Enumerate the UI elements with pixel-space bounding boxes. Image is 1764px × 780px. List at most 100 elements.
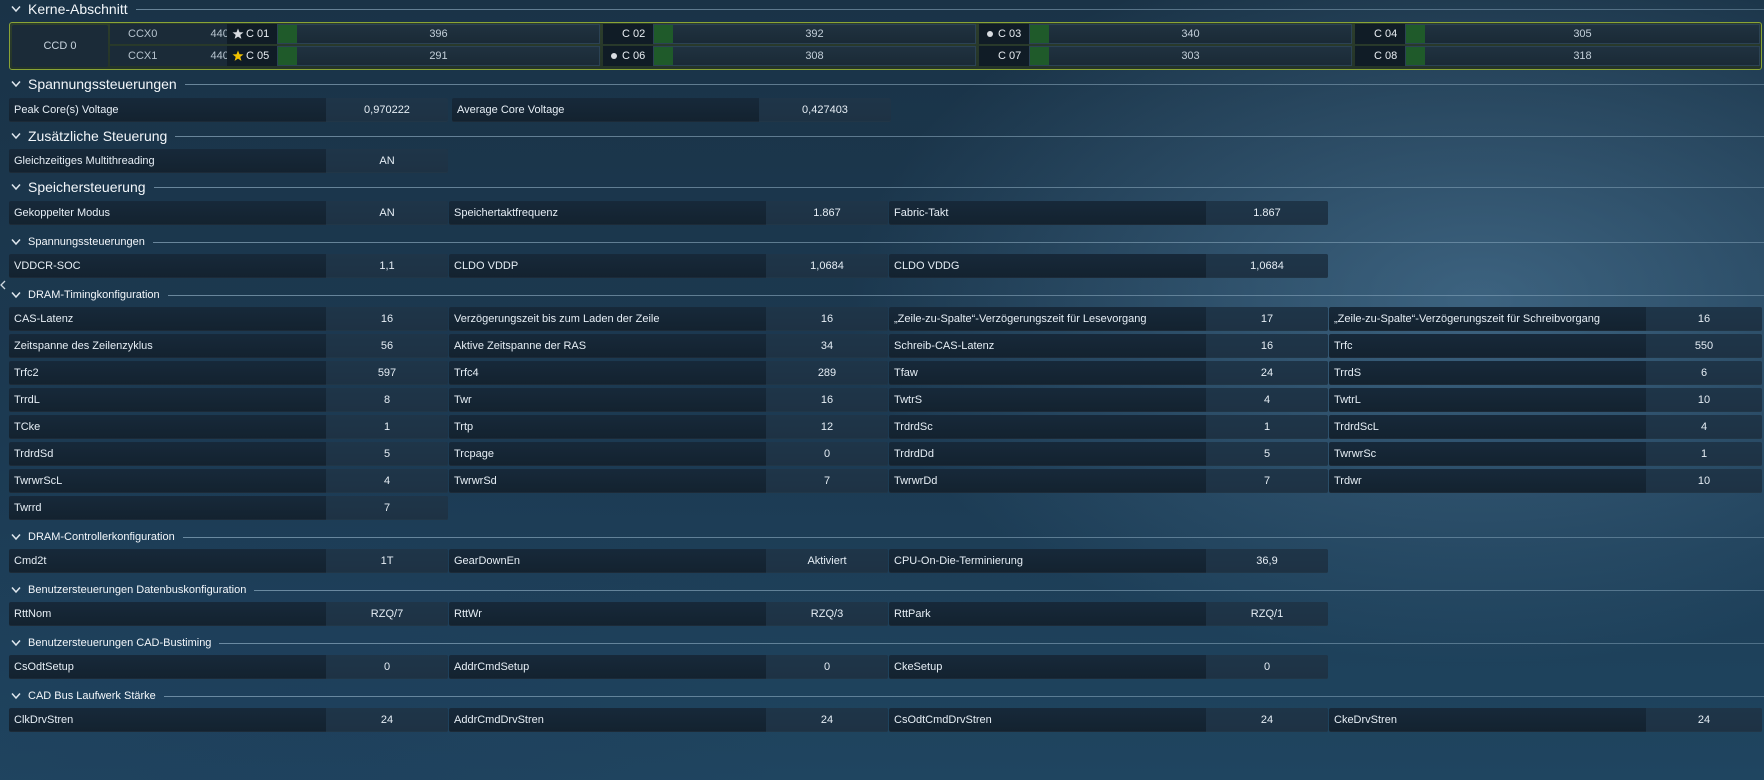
setting-value[interactable]: 24 xyxy=(1206,361,1328,385)
drive-row[interactable]: CkeDrvStren 24 xyxy=(1329,708,1762,732)
timing-cell[interactable]: TrdrdSd 5 xyxy=(9,442,448,466)
timing-cell[interactable]: TwrwrSc 1 xyxy=(1329,442,1762,466)
timing-cell[interactable]: Trcpage 0 xyxy=(449,442,888,466)
setting-value[interactable]: 4 xyxy=(326,469,448,493)
setting-value[interactable]: AN xyxy=(326,149,448,173)
section-header-dram-controller[interactable]: DRAM-Controllerkonfiguration xyxy=(0,528,1764,546)
memory-voltage-row[interactable]: CLDO VDDP 1,0684 xyxy=(449,254,888,278)
setting-value[interactable]: 1,0684 xyxy=(1206,254,1328,278)
setting-value[interactable]: 24 xyxy=(326,708,448,732)
setting-value[interactable]: 24 xyxy=(1646,708,1762,732)
timing-cell[interactable]: Trfc4 289 xyxy=(449,361,888,385)
setting-value[interactable]: 1.867 xyxy=(766,201,888,225)
bustiming-row[interactable]: CsOdtSetup 0 xyxy=(9,655,448,679)
setting-value[interactable]: 1.867 xyxy=(1206,201,1328,225)
timing-cell[interactable]: TrdrdDd 5 xyxy=(889,442,1328,466)
bustiming-row[interactable]: AddrCmdSetup 0 xyxy=(449,655,888,679)
setting-value[interactable]: 36,9 xyxy=(1206,549,1328,573)
drive-row[interactable]: AddrCmdDrvStren 24 xyxy=(449,708,888,732)
databus-row[interactable]: RttNom RZQ/7 xyxy=(9,602,448,626)
timing-cell[interactable]: Trfc2 597 xyxy=(9,361,448,385)
setting-value[interactable]: 0 xyxy=(326,655,448,679)
setting-value[interactable]: 16 xyxy=(766,307,888,331)
setting-value[interactable]: 5 xyxy=(326,442,448,466)
memory-voltage-row[interactable]: VDDCR-SOC 1,1 xyxy=(9,254,448,278)
databus-row[interactable]: RttPark RZQ/1 xyxy=(889,602,1328,626)
controller-row[interactable]: GearDownEn Aktiviert xyxy=(449,549,888,573)
timing-cell[interactable]: Twrrd 7 xyxy=(9,496,448,520)
setting-value[interactable]: 4 xyxy=(1646,415,1762,439)
setting-value[interactable]: 597 xyxy=(326,361,448,385)
section-header-cores[interactable]: Kerne-Abschnitt xyxy=(0,0,1764,18)
setting-value[interactable]: 6 xyxy=(1646,361,1762,385)
section-header-memory[interactable]: Speichersteuerung xyxy=(0,178,1764,196)
setting-value[interactable]: 17 xyxy=(1206,307,1328,331)
timing-cell[interactable]: „Zeile-zu-Spalte“-Verzögerungszeit für L… xyxy=(889,307,1328,331)
setting-value[interactable]: RZQ/1 xyxy=(1206,602,1328,626)
setting-value[interactable]: 10 xyxy=(1646,388,1762,412)
setting-value[interactable]: RZQ/3 xyxy=(766,602,888,626)
setting-value[interactable]: AN xyxy=(326,201,448,225)
timing-cell[interactable]: Twr 16 xyxy=(449,388,888,412)
setting-value[interactable]: 16 xyxy=(326,307,448,331)
setting-value[interactable]: 550 xyxy=(1646,334,1762,358)
timing-cell[interactable]: TwrwrDd 7 xyxy=(889,469,1328,493)
setting-value[interactable]: 24 xyxy=(766,708,888,732)
controller-row[interactable]: Cmd2t 1T xyxy=(9,549,448,573)
setting-value[interactable]: 0 xyxy=(1206,655,1328,679)
section-header-voltage[interactable]: Spannungssteuerungen xyxy=(0,75,1764,93)
setting-value[interactable]: 0 xyxy=(766,655,888,679)
setting-value[interactable]: 16 xyxy=(766,388,888,412)
smt-row[interactable]: Gleichzeitiges Multithreading AN xyxy=(9,149,448,173)
section-header-cad-bustiming[interactable]: Benutzersteuerungen CAD-Bustiming xyxy=(0,634,1764,652)
timing-cell[interactable]: TrrdL 8 xyxy=(9,388,448,412)
setting-value[interactable]: Aktiviert xyxy=(766,549,888,573)
section-header-dram-timing[interactable]: DRAM-Timingkonfiguration xyxy=(0,286,1764,304)
section-header-databus[interactable]: Benutzersteuerungen Datenbuskonfiguratio… xyxy=(0,581,1764,599)
setting-value[interactable]: 16 xyxy=(1206,334,1328,358)
section-header-memory-voltage[interactable]: Spannungssteuerungen xyxy=(0,233,1764,251)
setting-value[interactable]: 8 xyxy=(326,388,448,412)
timing-cell[interactable]: TwrwrSd 7 xyxy=(449,469,888,493)
databus-row[interactable]: RttWr RZQ/3 xyxy=(449,602,888,626)
setting-value[interactable]: 16 xyxy=(1646,307,1762,331)
setting-value[interactable]: 0 xyxy=(766,442,888,466)
setting-value[interactable]: 7 xyxy=(1206,469,1328,493)
drive-row[interactable]: CsOdtCmdDrvStren 24 xyxy=(889,708,1328,732)
setting-value[interactable]: 1 xyxy=(326,415,448,439)
setting-value[interactable]: 1 xyxy=(1206,415,1328,439)
timing-cell[interactable]: TwtrL 10 xyxy=(1329,388,1762,412)
memory-voltage-row[interactable]: CLDO VDDG 1,0684 xyxy=(889,254,1328,278)
timing-cell[interactable]: Verzögerungszeit bis zum Laden der Zeile… xyxy=(449,307,888,331)
setting-value[interactable]: 34 xyxy=(766,334,888,358)
timing-cell[interactable]: Trtp 12 xyxy=(449,415,888,439)
timing-cell[interactable]: Zeitspanne des Zeilenzyklus 56 xyxy=(9,334,448,358)
drive-row[interactable]: ClkDrvStren 24 xyxy=(9,708,448,732)
section-header-cad-drive[interactable]: CAD Bus Laufwerk Stärke xyxy=(0,687,1764,705)
timing-cell[interactable]: CAS-Latenz 16 xyxy=(9,307,448,331)
setting-value[interactable]: 7 xyxy=(766,469,888,493)
setting-value[interactable]: 7 xyxy=(326,496,448,520)
setting-value[interactable]: 1T xyxy=(326,549,448,573)
setting-value[interactable]: RZQ/7 xyxy=(326,602,448,626)
timing-cell[interactable]: TrdrdSc 1 xyxy=(889,415,1328,439)
setting-value[interactable]: 12 xyxy=(766,415,888,439)
memory-row[interactable]: Fabric-Takt 1.867 xyxy=(889,201,1328,225)
timing-cell[interactable]: TrrdS 6 xyxy=(1329,361,1762,385)
setting-value[interactable]: 10 xyxy=(1646,469,1762,493)
controller-row[interactable]: CPU-On-Die-Terminierung 36,9 xyxy=(889,549,1328,573)
timing-cell[interactable]: TrdrdScL 4 xyxy=(1329,415,1762,439)
setting-value[interactable]: 24 xyxy=(1206,708,1328,732)
setting-value[interactable]: 289 xyxy=(766,361,888,385)
setting-value[interactable]: 1,1 xyxy=(326,254,448,278)
setting-value[interactable]: 1,0684 xyxy=(766,254,888,278)
memory-row[interactable]: Speichertaktfrequenz 1.867 xyxy=(449,201,888,225)
timing-cell[interactable]: Trfc 550 xyxy=(1329,334,1762,358)
timing-cell[interactable]: Aktive Zeitspanne der RAS 34 xyxy=(449,334,888,358)
timing-cell[interactable]: „Zeile-zu-Spalte“-Verzögerungszeit für S… xyxy=(1329,307,1762,331)
bustiming-row[interactable]: CkeSetup 0 xyxy=(889,655,1328,679)
timing-cell[interactable]: TwtrS 4 xyxy=(889,388,1328,412)
timing-cell[interactable]: TwrwrScL 4 xyxy=(9,469,448,493)
timing-cell[interactable]: Tfaw 24 xyxy=(889,361,1328,385)
setting-value[interactable]: 1 xyxy=(1646,442,1762,466)
